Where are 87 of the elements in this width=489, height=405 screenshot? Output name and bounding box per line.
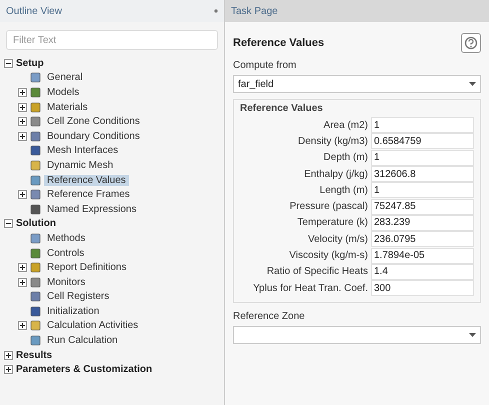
input-field[interactable]: 312606.8 [371,166,474,182]
tree-node-icon [30,276,41,288]
tree-node-icon [30,160,41,171]
expand-toggle[interactable] [18,88,27,97]
panel-title: Outline View [6,6,62,16]
expand-toggle[interactable] [18,132,27,141]
tree-section[interactable]: Parameters & Customization [16,364,152,376]
caret-icon [469,333,476,338]
input-field[interactable]: 1.4 [371,264,474,280]
tree-node-icon [30,291,41,302]
tree-item[interactable]: Methods [44,232,88,244]
tree-item[interactable]: Monitors [44,276,88,288]
compute-from-dropdown[interactable]: far_field [233,75,481,93]
tree-item[interactable]: Dynamic Mesh [44,160,116,171]
input-field[interactable]: 236.0795 [371,231,474,248]
tree-node-icon [30,130,41,142]
input-field[interactable]: 283.239 [371,214,474,231]
page-heading: Reference Values [233,37,324,49]
filter-field[interactable]: Filter Text [6,30,218,50]
tree-node-icon [30,232,41,244]
field-label: Ratio of Specific Heats [266,266,368,278]
field-label: Density (kg/m3) [296,136,368,147]
caret-icon [469,82,476,86]
tree-item[interactable]: Boundary Conditions [44,130,143,142]
tree-node-icon [30,116,41,128]
field-label: Area (m2) [322,120,368,131]
expand-toggle[interactable] [18,102,27,112]
collapse-toggle[interactable] [4,58,13,68]
input-field[interactable]: 1.7894e-05 [371,248,474,264]
help-button[interactable] [461,33,481,53]
tree-item[interactable]: Calculation Activities [44,320,142,332]
tree-item[interactable]: General [44,72,86,84]
tree-item[interactable]: Materials [44,102,91,113]
tree-node-icon [30,248,41,259]
tree-item[interactable]: Named Expressions [44,204,140,215]
tree-node-icon [30,306,41,317]
field-label: Velocity (m/s) [306,234,368,245]
tree-section[interactable]: Results [16,350,52,361]
tree-item[interactable]: Controls [44,248,88,259]
tree-item[interactable]: Run Calculation [44,335,121,346]
help-icon [464,36,478,50]
tree-node-icon [30,86,41,98]
field-label: Reference Zone [233,311,306,322]
field-label: Yplus for Heat Tran. Coef. [252,282,368,294]
tree-node-icon [30,189,41,200]
field-label: Temperature (k) [296,217,368,228]
expand-toggle[interactable] [18,278,27,287]
tree-item[interactable]: Models [44,86,82,98]
field-label: Depth (m) [322,152,368,164]
input-field[interactable]: 0.6584759 [371,133,474,150]
pin-icon[interactable] [214,9,218,13]
tree-item[interactable]: Reference Values [44,174,129,186]
input-field[interactable]: 300 [371,280,474,296]
tree-section[interactable]: Setup [16,58,44,69]
tree-node-icon [30,174,41,186]
tree-item[interactable]: Cell Zone Conditions [44,116,143,128]
tree-node-icon [30,262,41,274]
tree-item[interactable]: Report Definitions [44,262,130,274]
tree-section[interactable]: Solution [16,218,56,230]
tree-node-icon [30,145,41,156]
expand-toggle[interactable] [18,321,27,330]
expand-toggle[interactable] [4,350,13,360]
expand-toggle[interactable] [18,263,27,272]
field-label: Compute from [233,60,298,71]
input-field[interactable]: 75247.85 [371,198,474,215]
tree-node-icon [30,72,41,84]
input-field[interactable]: 1 [371,150,474,166]
tree-item[interactable]: Cell Registers [44,291,112,302]
tree-item[interactable]: Reference Frames [44,189,133,200]
tree-node-icon [30,204,41,215]
tree-node-icon [30,320,41,332]
field-label: Viscosity (kg/m-s) [288,250,368,262]
tree-node-icon [30,335,41,346]
tree-item[interactable]: Initialization [44,306,102,317]
panel-title: Task Page [231,6,278,16]
input-field[interactable]: 1 [371,117,474,134]
expand-toggle[interactable] [18,117,27,126]
tree-node-icon [30,102,41,113]
field-label: Enthalpy (j/kg) [303,168,368,180]
field-label: Pressure (pascal) [288,201,368,212]
input-field[interactable]: 1 [371,182,474,198]
expand-toggle[interactable] [4,365,13,374]
tree-item[interactable]: Mesh Interfaces [44,145,122,156]
field-label: Length (m) [318,184,368,196]
group-title: Reference Values [240,103,324,114]
collapse-toggle[interactable] [4,219,13,228]
expand-toggle[interactable] [18,190,27,200]
